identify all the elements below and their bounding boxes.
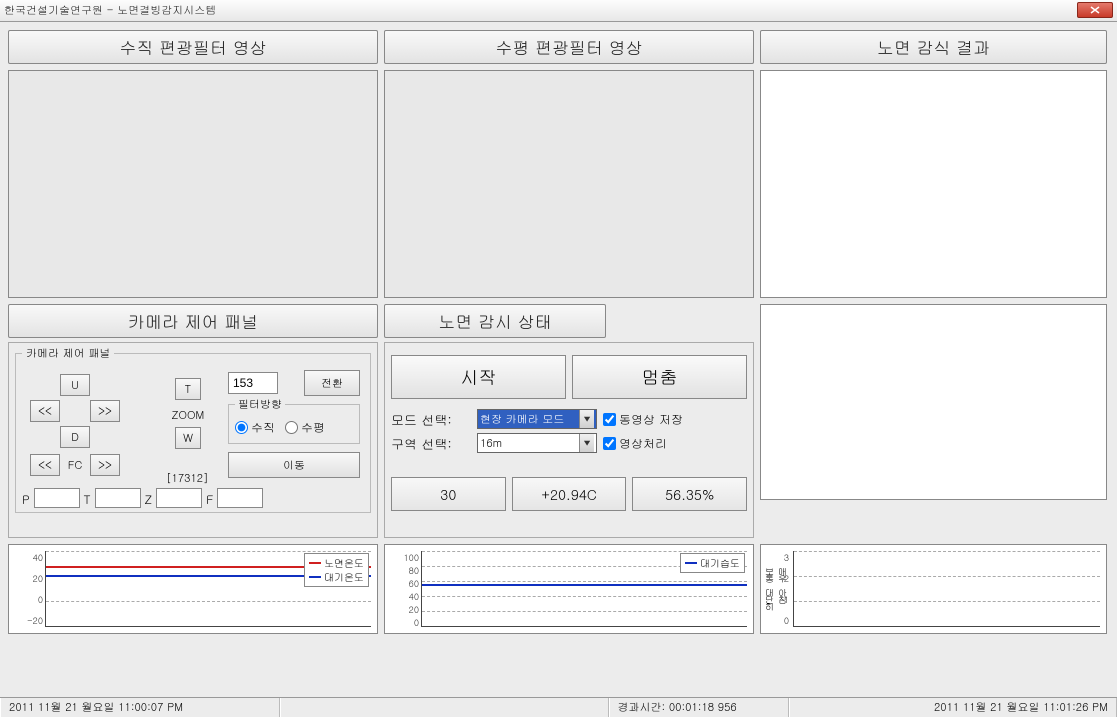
- chart-yaxis: 100806040200: [391, 551, 419, 627]
- horizontal-video: [384, 70, 754, 298]
- save-video-checkbox[interactable]: 동영상 저장: [603, 411, 683, 428]
- stop-button[interactable]: 멈춤: [572, 355, 747, 399]
- chart-humidity: 100806040200 대기습도: [384, 544, 754, 634]
- fc-right-button[interactable]: >>: [90, 454, 120, 476]
- preset-input[interactable]: [228, 372, 278, 394]
- bracket-value: [17312]: [166, 471, 209, 486]
- image-proc-checkbox[interactable]: 영상처리: [603, 435, 683, 452]
- zoom-controls: T ZOOM W: [166, 374, 210, 453]
- t-field[interactable]: [95, 488, 141, 508]
- status-value-1: 30: [391, 477, 506, 511]
- f-field[interactable]: [217, 488, 263, 508]
- mode-select[interactable]: 현장 카메라 모드 ▼: [477, 409, 597, 429]
- header-horizontal-filter[interactable]: 수평 편광필터 영상: [384, 30, 754, 64]
- header-monitor-state[interactable]: 노면 감시 상태: [384, 304, 606, 338]
- pan-down-button[interactable]: D: [60, 426, 90, 448]
- chevron-down-icon: ▼: [579, 434, 594, 452]
- mode-label: 모드 선택:: [391, 410, 471, 429]
- zone-select[interactable]: 16m ▼: [477, 433, 597, 453]
- filter-vertical-radio[interactable]: 수직: [235, 419, 275, 436]
- right-section: [760, 304, 1107, 538]
- chart-legend: 대기습도: [680, 553, 745, 573]
- z-field[interactable]: [156, 488, 202, 508]
- start-button[interactable]: 시작: [391, 355, 566, 399]
- chart-condition: 매우 아침 보통 대단히 3210: [760, 544, 1107, 634]
- zoom-label: ZOOM: [166, 408, 210, 423]
- chart-yaxis: 3210: [775, 551, 789, 627]
- header-camera-panel[interactable]: 카메라 제어 패널: [8, 304, 378, 338]
- close-icon: [1090, 6, 1100, 14]
- arrow-pad: U << >> D << FC: [30, 374, 150, 476]
- monitor-section: 노면 감시 상태 시작 멈춤 모드 선택: 현장 카메라 모드 ▼ 동영상 저장…: [384, 304, 754, 538]
- close-button[interactable]: [1077, 2, 1113, 18]
- z-label: Z: [145, 491, 153, 508]
- camera-section: 카메라 제어 패널 카메라 제어 패널 U << >>: [8, 304, 378, 538]
- filter-horizontal-radio[interactable]: 수평: [285, 419, 325, 436]
- window-title: 한국건설기술연구원 - 노면결빙감지시스템: [4, 3, 216, 18]
- status-value-2: +20.94C: [512, 477, 627, 511]
- status-right-time: 2011 11월 21 월요일 11:01:26 PM: [789, 698, 1117, 717]
- move-button[interactable]: 이동: [228, 452, 360, 478]
- pan-up-button[interactable]: U: [60, 374, 90, 396]
- fc-label: FC: [60, 454, 90, 476]
- titlebar: 한국건설기술연구원 - 노면결빙감지시스템: [0, 0, 1117, 22]
- chart-legend: 노면온도 대기온도: [304, 553, 369, 587]
- zone-label: 구역 선택:: [391, 434, 471, 453]
- switch-button[interactable]: 전환: [304, 370, 360, 396]
- p-field[interactable]: [34, 488, 80, 508]
- vertical-video: [8, 70, 378, 298]
- pan-right-button[interactable]: >>: [90, 400, 120, 422]
- t-label: T: [84, 491, 91, 508]
- header-vertical-filter[interactable]: 수직 편광필터 영상: [8, 30, 378, 64]
- result-display: [760, 70, 1107, 298]
- header-result[interactable]: 노면 감식 결과: [760, 30, 1107, 64]
- camera-groupbox: 카메라 제어 패널 U << >> D: [15, 353, 371, 513]
- right-upper-box: [760, 304, 1107, 500]
- pan-left-button[interactable]: <<: [30, 400, 60, 422]
- p-label: P: [22, 491, 30, 508]
- chart-yaxis: 40200-20: [15, 551, 43, 627]
- filter-direction-group: 필터방향 수직 수평: [228, 404, 360, 444]
- camera-group-title: 카메라 제어 패널: [22, 346, 114, 361]
- status-left-time: 2011 11월 21 월요일 11:00:07 PM: [0, 698, 280, 717]
- f-label: F: [206, 491, 213, 508]
- status-elapsed: 경과시간: 00:01:18 956: [609, 698, 789, 717]
- zoom-tele-button[interactable]: T: [175, 378, 201, 400]
- status-value-3: 56.35%: [632, 477, 747, 511]
- fc-left-button[interactable]: <<: [30, 454, 60, 476]
- chart-temperature: 40200-20 노면온도 대기온도: [8, 544, 378, 634]
- zoom-wide-button[interactable]: W: [175, 427, 201, 449]
- ptzf-row: P T Z F: [22, 488, 263, 508]
- statusbar: 2011 11월 21 월요일 11:00:07 PM 경과시간: 00:01:…: [0, 697, 1117, 717]
- filter-group-title: 필터방향: [235, 397, 285, 412]
- chevron-down-icon: ▼: [579, 410, 594, 428]
